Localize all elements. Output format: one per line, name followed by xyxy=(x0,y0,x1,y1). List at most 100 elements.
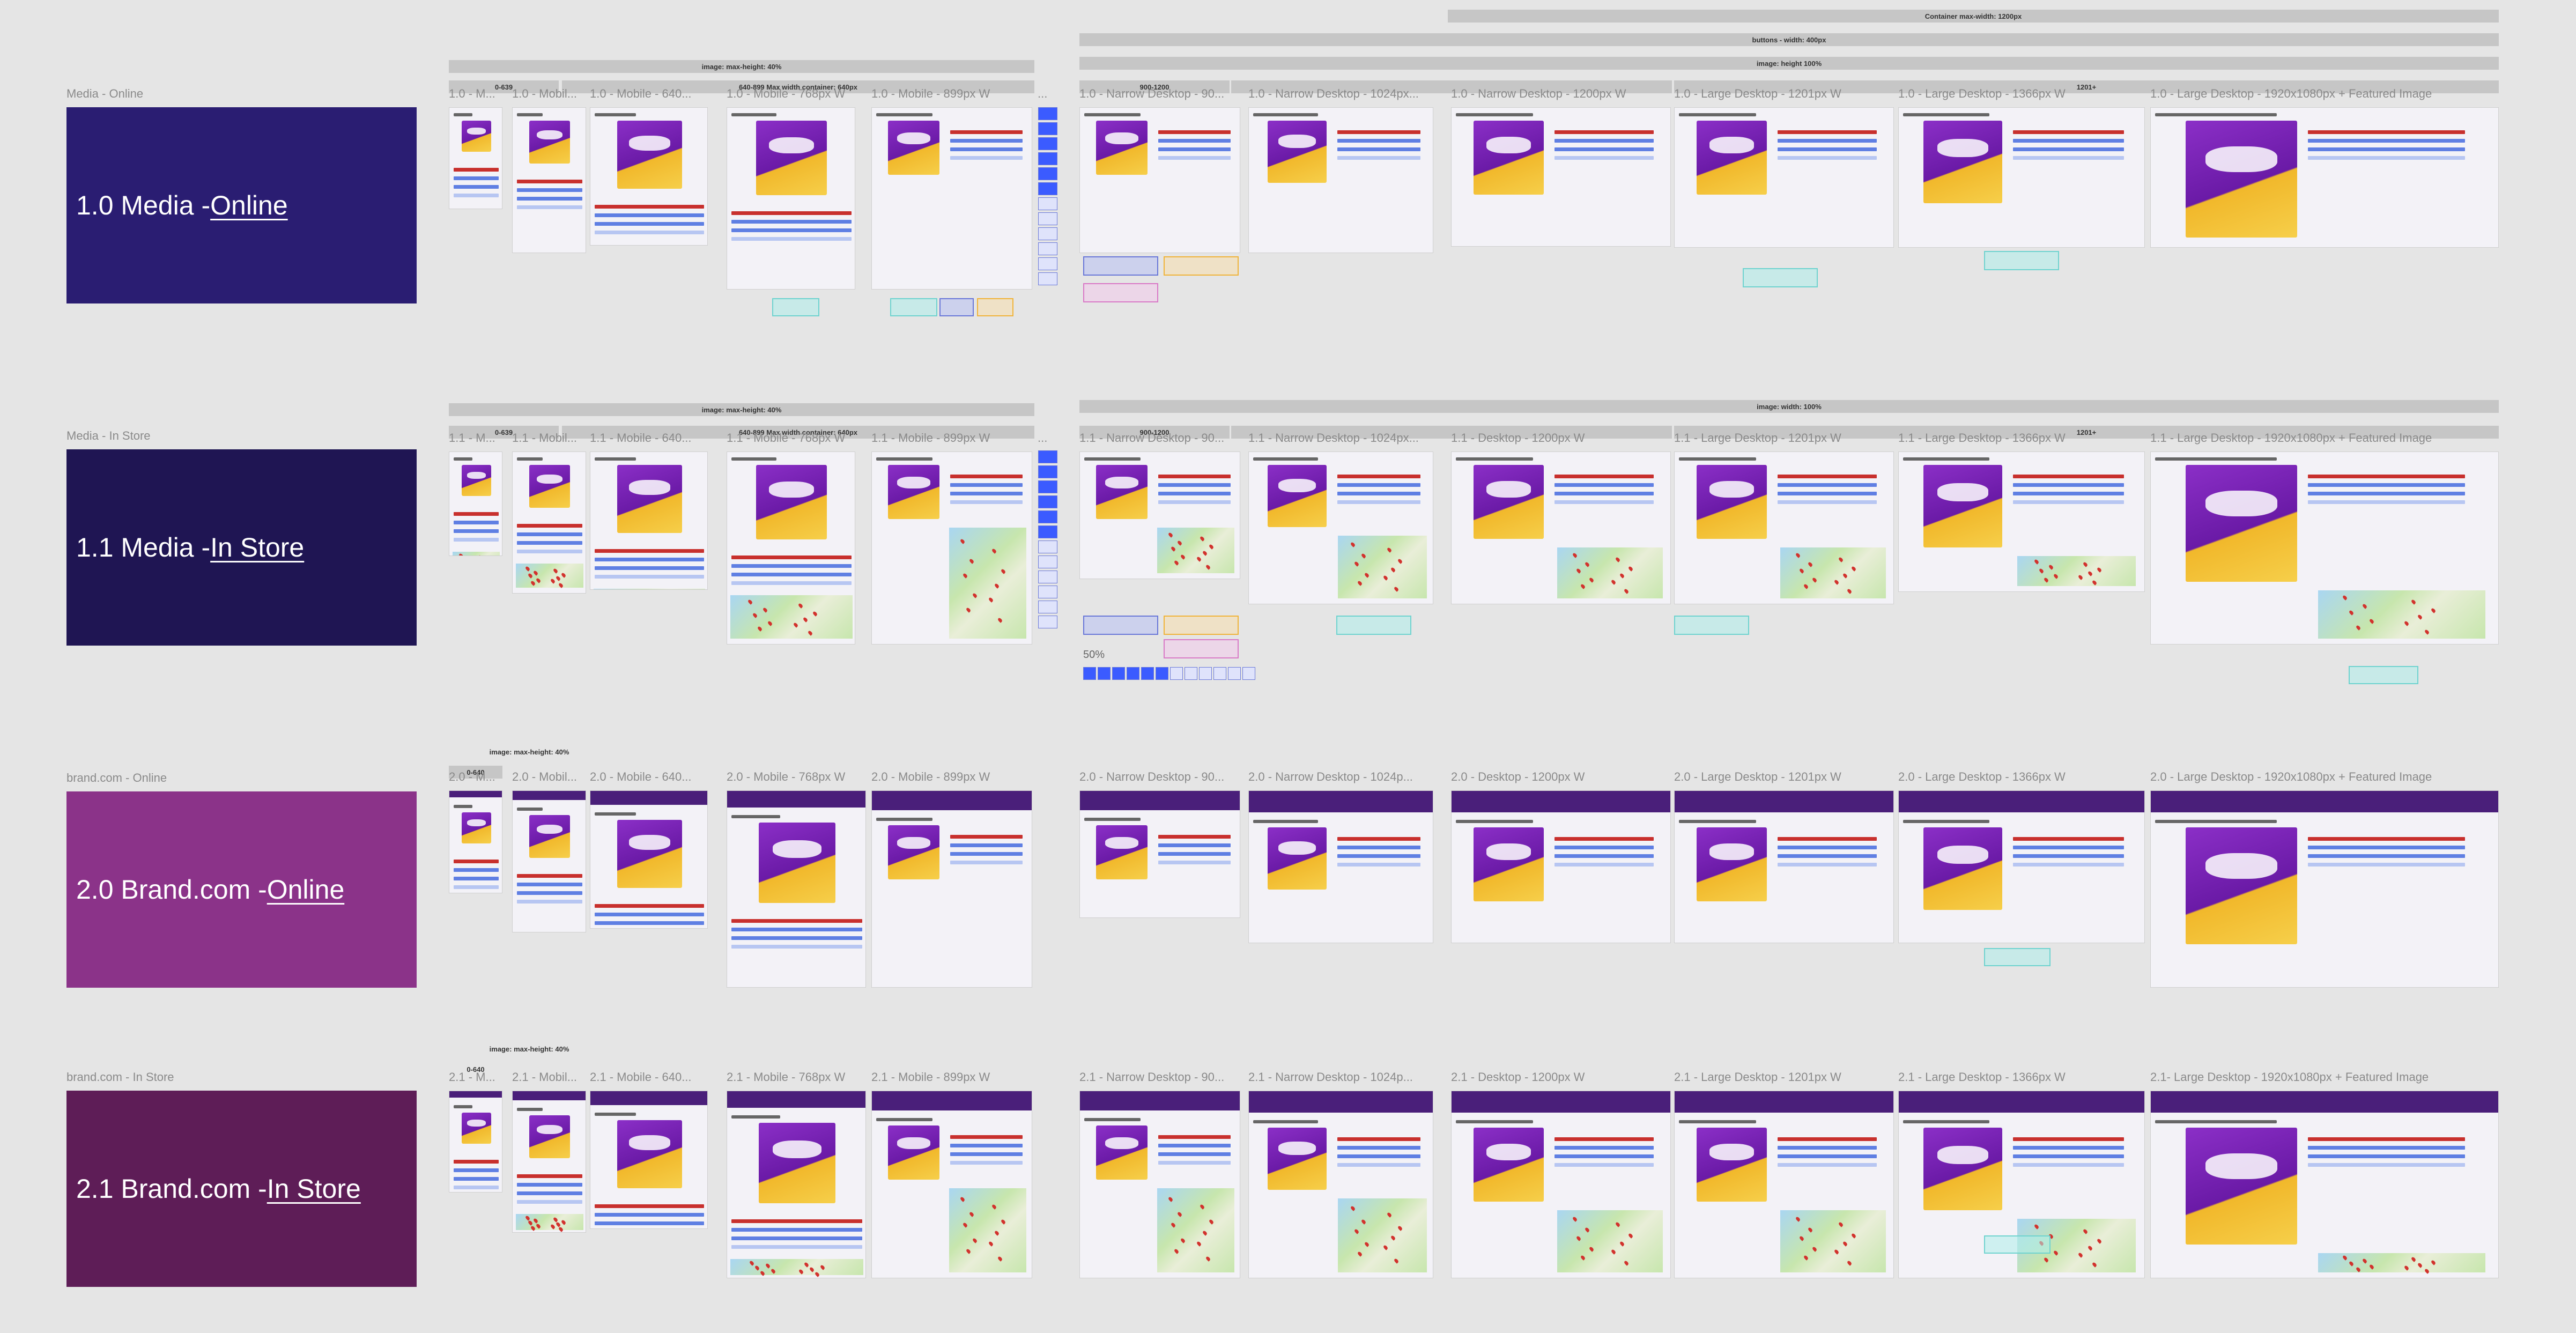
map-pin-icon[interactable] xyxy=(1357,580,1363,587)
retailer-button[interactable] xyxy=(1778,130,1877,134)
retailer-button[interactable] xyxy=(1337,863,1420,867)
retailer-button[interactable] xyxy=(1555,500,1654,504)
retailer-button[interactable] xyxy=(1778,1137,1877,1141)
retailer-button[interactable] xyxy=(1778,863,1877,867)
map-pin-icon[interactable] xyxy=(2043,1257,2049,1263)
retailer-button[interactable] xyxy=(1158,843,1231,847)
map-pin-icon[interactable] xyxy=(560,572,566,578)
annotation-container[interactable] xyxy=(890,298,937,316)
store-map[interactable] xyxy=(1338,1198,1427,1272)
artboard-frame[interactable] xyxy=(1079,107,1240,253)
artboard-frame[interactable] xyxy=(512,1091,586,1233)
retailer-button[interactable] xyxy=(1778,156,1877,160)
map-pin-icon[interactable] xyxy=(1360,552,1367,559)
retailer-button[interactable] xyxy=(595,205,704,209)
retailer-button[interactable] xyxy=(731,1236,862,1240)
map-pin-icon[interactable] xyxy=(1208,1219,1215,1225)
map-pin-icon[interactable] xyxy=(1397,558,1403,565)
retailer-button[interactable] xyxy=(2308,1137,2465,1141)
map-pin-icon[interactable] xyxy=(1850,1233,1857,1239)
retailer-button[interactable] xyxy=(1158,1161,1231,1165)
retailer-button[interactable] xyxy=(454,885,499,889)
artboard-frame[interactable] xyxy=(871,451,1032,645)
map-pin-icon[interactable] xyxy=(535,1223,542,1229)
retailer-button[interactable] xyxy=(731,1245,862,1249)
retailer-button[interactable] xyxy=(517,1183,582,1187)
map-pin-icon[interactable] xyxy=(968,1211,975,1217)
retailer-button[interactable] xyxy=(595,1221,704,1225)
map-pin-icon[interactable] xyxy=(2417,1262,2423,1268)
map-pin-icon[interactable] xyxy=(1838,557,1844,562)
map-pin-icon[interactable] xyxy=(1584,561,1590,567)
retailer-button[interactable] xyxy=(950,483,1023,487)
map-pin-icon[interactable] xyxy=(1383,574,1389,581)
artboard-frame[interactable] xyxy=(449,1091,502,1193)
retailer-button[interactable] xyxy=(2308,475,2465,478)
map-pin-icon[interactable] xyxy=(802,616,809,623)
artboard-frame[interactable] xyxy=(2150,790,2499,988)
map-pin-icon[interactable] xyxy=(2087,1245,2093,1251)
store-map[interactable] xyxy=(949,528,1026,639)
map-pin-icon[interactable] xyxy=(819,1264,825,1270)
map-pin-icon[interactable] xyxy=(754,1265,760,1271)
retailer-button[interactable] xyxy=(2013,492,2124,495)
map-pin-icon[interactable] xyxy=(757,626,763,632)
retailer-button[interactable] xyxy=(950,130,1023,134)
map-pin-icon[interactable] xyxy=(1811,1246,1818,1253)
map-pin-icon[interactable] xyxy=(2348,610,2355,616)
artboard-frame[interactable] xyxy=(2150,107,2499,248)
map-pin-icon[interactable] xyxy=(2417,614,2423,620)
map-pin-icon[interactable] xyxy=(1386,547,1393,553)
artboard-frame[interactable] xyxy=(1248,790,1433,943)
retailer-button[interactable] xyxy=(2308,1146,2465,1150)
artboard-frame[interactable] xyxy=(1451,1091,1671,1278)
retailer-button[interactable] xyxy=(1337,139,1420,143)
retailer-button[interactable] xyxy=(2013,483,2124,487)
title-card-media-instore[interactable]: 1.1 Media - In Store xyxy=(66,449,417,646)
retailer-button[interactable] xyxy=(2308,863,2465,867)
map-pin-icon[interactable] xyxy=(1799,1235,1805,1241)
retailer-button[interactable] xyxy=(1555,475,1654,478)
retailer-button[interactable] xyxy=(517,205,582,209)
map-pin-icon[interactable] xyxy=(2424,1268,2430,1274)
map-pin-icon[interactable] xyxy=(963,573,968,579)
retailer-button[interactable] xyxy=(517,524,582,528)
artboard-frame[interactable] xyxy=(1451,790,1671,943)
map-pin-icon[interactable] xyxy=(2053,573,2059,579)
map-pin-icon[interactable] xyxy=(2033,1224,2040,1230)
map-pin-icon[interactable] xyxy=(1393,586,1400,592)
retailer-button[interactable] xyxy=(595,549,704,553)
retailer-button[interactable] xyxy=(731,573,852,576)
retailer-button[interactable] xyxy=(454,1186,499,1189)
artboard-frame[interactable] xyxy=(727,107,855,290)
annotation-right-column[interactable] xyxy=(1164,256,1239,276)
retailer-button[interactable] xyxy=(2013,846,2124,849)
retailer-button[interactable] xyxy=(950,139,1023,143)
annotation-left-column[interactable] xyxy=(1083,256,1158,276)
retailer-button[interactable] xyxy=(517,550,582,553)
map-pin-icon[interactable] xyxy=(524,565,531,572)
retailer-button[interactable] xyxy=(454,185,499,189)
retailer-button[interactable] xyxy=(1778,1154,1877,1158)
map-pin-icon[interactable] xyxy=(752,612,758,619)
artboard-frame[interactable] xyxy=(727,451,855,645)
map-pin-icon[interactable] xyxy=(1615,1221,1621,1227)
retailer-button[interactable] xyxy=(1778,147,1877,151)
map-pin-icon[interactable] xyxy=(1834,579,1840,585)
retailer-button[interactable] xyxy=(595,566,704,570)
map-pin-icon[interactable] xyxy=(532,569,539,576)
map-pin-icon[interactable] xyxy=(1627,1233,1634,1239)
artboard-frame[interactable] xyxy=(1451,451,1671,604)
retailer-button[interactable] xyxy=(950,1135,1023,1139)
artboard-frame[interactable] xyxy=(871,107,1032,290)
map-pin-icon[interactable] xyxy=(1393,1257,1400,1264)
map-pin-icon[interactable] xyxy=(991,1204,997,1210)
map-pin-icon[interactable] xyxy=(1171,546,1176,552)
map-pin-icon[interactable] xyxy=(991,548,997,554)
artboard-frame[interactable] xyxy=(449,790,502,893)
map-pin-icon[interactable] xyxy=(994,582,1000,589)
map-pin-icon[interactable] xyxy=(1807,1227,1813,1233)
retailer-button[interactable] xyxy=(1555,863,1654,867)
retailer-button[interactable] xyxy=(1337,1163,1420,1167)
retailer-button[interactable] xyxy=(2308,1163,2465,1167)
